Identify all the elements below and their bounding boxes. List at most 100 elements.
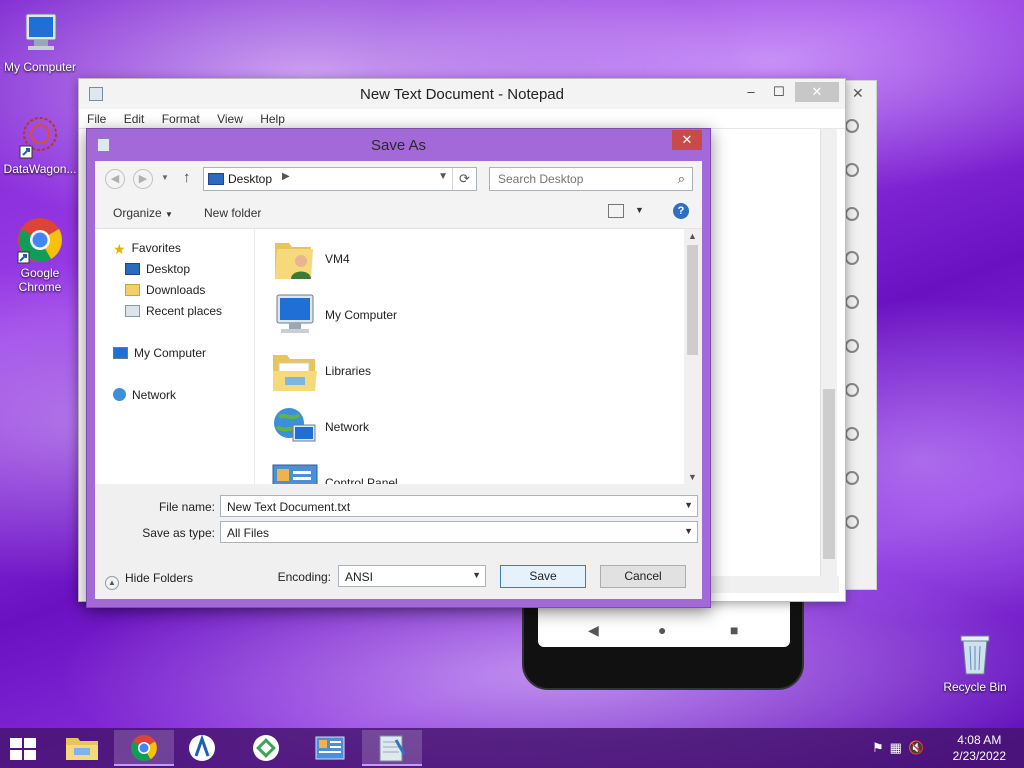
nav-desktop[interactable]: Desktop	[125, 262, 190, 276]
volume-muted-icon[interactable]: 🔇	[908, 740, 930, 755]
notepad-horizontal-scrollbar[interactable]	[699, 576, 839, 593]
emulator-tool-icon[interactable]	[845, 163, 859, 177]
start-button[interactable]	[10, 738, 36, 760]
emulator-tool-icon[interactable]	[845, 471, 859, 485]
desktop-icon-recycle-bin[interactable]: Recycle Bin	[935, 630, 1015, 694]
notepad-title: New Text Document - Notepad	[360, 86, 564, 103]
nav-my-computer[interactable]: My Computer	[113, 346, 206, 360]
taskbar-file-explorer[interactable]	[52, 730, 112, 766]
downloads-icon	[125, 284, 140, 296]
nav-downloads[interactable]: Downloads	[125, 283, 205, 297]
file-name-input[interactable]: New Text Document.txt ▼	[220, 495, 698, 517]
notepad-icon	[379, 735, 406, 762]
search-input[interactable]	[498, 172, 668, 186]
search-box[interactable]: ⌕	[489, 167, 693, 191]
back-button[interactable]: ◀	[105, 169, 125, 189]
menu-view[interactable]: View	[209, 109, 249, 126]
dialog-title: Save As	[370, 137, 427, 154]
taskbar-emulator[interactable]	[238, 730, 298, 766]
notepad-titlebar[interactable]: New Text Document - Notepad – ☐ ✕	[79, 79, 845, 109]
system-tray: ⚑▦🔇	[872, 740, 930, 756]
desktop-icon-datawagon[interactable]: DataWagon...	[0, 112, 80, 176]
dialog-close-button[interactable]: ✕	[672, 130, 702, 150]
control-panel-icon	[315, 736, 345, 760]
network-icon	[271, 403, 319, 449]
taskbar-notepad[interactable]	[362, 730, 422, 766]
refresh-button[interactable]: ⟳	[452, 168, 476, 190]
chevron-down-icon[interactable]: ▼	[438, 171, 448, 182]
maximize-button[interactable]: ☐	[765, 82, 793, 102]
back-icon[interactable]: ◀	[588, 622, 599, 639]
menu-edit[interactable]: Edit	[116, 109, 151, 126]
taskbar-app[interactable]	[176, 730, 236, 766]
address-location[interactable]: Desktop	[228, 172, 272, 186]
file-list-scrollbar[interactable]: ▲ ▼	[684, 229, 701, 484]
dialog-body: ◀ ▶ ▼ ↑ Desktop ▶ ▼ ⟳ ⌕ Organize ▼ New f…	[95, 161, 702, 599]
star-icon: ★	[113, 241, 126, 257]
menu-file[interactable]: File	[79, 109, 112, 126]
desktop-icon-label: DataWagon...	[3, 162, 77, 176]
hide-folders-button[interactable]: ▲ Hide Folders	[105, 571, 193, 590]
computer-icon	[113, 347, 128, 359]
nav-network[interactable]: Network	[113, 388, 176, 402]
scroll-down-icon[interactable]: ▼	[688, 472, 697, 482]
nav-recent-places[interactable]: Recent places	[125, 304, 222, 318]
emulator-tool-icon[interactable]	[845, 515, 859, 529]
desktop-icon-my-computer[interactable]: My Computer	[0, 10, 80, 74]
recent-locations-dropdown[interactable]: ▼	[161, 173, 169, 182]
chevron-down-icon[interactable]: ▼	[684, 500, 693, 510]
emulator-tool-icon[interactable]	[845, 295, 859, 309]
forward-button[interactable]: ▶	[133, 169, 153, 189]
cancel-button[interactable]: Cancel	[600, 565, 686, 588]
dialog-titlebar[interactable]: Save As ✕	[87, 129, 710, 161]
save-type-select[interactable]: All Files ▼	[220, 521, 698, 543]
minimize-button[interactable]: –	[737, 82, 765, 102]
scroll-thumb[interactable]	[687, 245, 698, 355]
desktop-icon-google-chrome[interactable]: Google Chrome	[0, 216, 80, 294]
menu-help[interactable]: Help	[252, 109, 291, 126]
notepad-vertical-scrollbar[interactable]	[820, 129, 837, 577]
encoding-select[interactable]: ANSI ▼	[338, 565, 486, 587]
nav-favorites[interactable]: ★ Favorites	[113, 241, 181, 257]
chevron-down-icon[interactable]: ▼	[684, 526, 693, 536]
desktop-icon-label: Recycle Bin	[943, 680, 1007, 694]
action-center-flag-icon[interactable]: ⚑	[872, 740, 890, 755]
network-status-icon[interactable]: ▦	[890, 740, 908, 755]
taskbar-control-panel[interactable]	[300, 730, 360, 766]
organize-button[interactable]: Organize ▼	[113, 206, 173, 220]
clock[interactable]: 4:08 AM 2/23/2022	[953, 732, 1006, 764]
emulator-tool-icon[interactable]	[845, 427, 859, 441]
file-name-value[interactable]: New Text Document.txt	[227, 500, 350, 514]
emulator-tool-icon[interactable]	[845, 207, 859, 221]
windows-logo-pane	[10, 750, 22, 760]
save-button[interactable]: Save	[500, 565, 586, 588]
nav-label: Recent places	[146, 304, 223, 318]
emulator-tool-icon[interactable]	[845, 339, 859, 353]
scroll-thumb[interactable]	[823, 389, 835, 559]
search-icon[interactable]: ⌕	[678, 171, 685, 187]
menu-format[interactable]: Format	[154, 109, 206, 126]
recents-icon[interactable]: ■	[730, 622, 738, 638]
up-button[interactable]: ↑	[183, 169, 191, 186]
chevron-right-icon[interactable]: ▶	[282, 171, 290, 182]
chevron-down-icon[interactable]: ▼	[472, 570, 481, 580]
save-as-dialog: Save As ✕ ◀ ▶ ▼ ↑ Desktop ▶ ▼ ⟳ ⌕ Organi…	[86, 128, 711, 608]
close-button[interactable]: ✕	[795, 82, 839, 102]
address-bar[interactable]: Desktop ▶ ▼ ⟳	[203, 167, 477, 191]
change-view-icon[interactable]	[608, 204, 624, 218]
emulator-tool-icon[interactable]	[845, 383, 859, 397]
file-label: Control Panel	[325, 476, 398, 484]
help-button[interactable]: ?	[673, 203, 689, 219]
view-options-dropdown[interactable]: ▼	[635, 205, 644, 215]
new-folder-button[interactable]: New folder	[204, 206, 261, 220]
recycle-bin-icon	[951, 630, 999, 678]
emulator-close-button[interactable]: ✕	[852, 85, 864, 102]
save-type-value: All Files	[227, 526, 270, 540]
home-icon[interactable]: ●	[658, 622, 666, 638]
scroll-up-icon[interactable]: ▲	[688, 231, 697, 241]
emulator-tool-icon[interactable]	[845, 251, 859, 265]
taskbar-chrome[interactable]	[114, 730, 174, 766]
emulator-tool-icon[interactable]	[845, 119, 859, 133]
chevron-down-icon: ▼	[165, 210, 173, 219]
nav-label: Favorites	[131, 241, 181, 255]
